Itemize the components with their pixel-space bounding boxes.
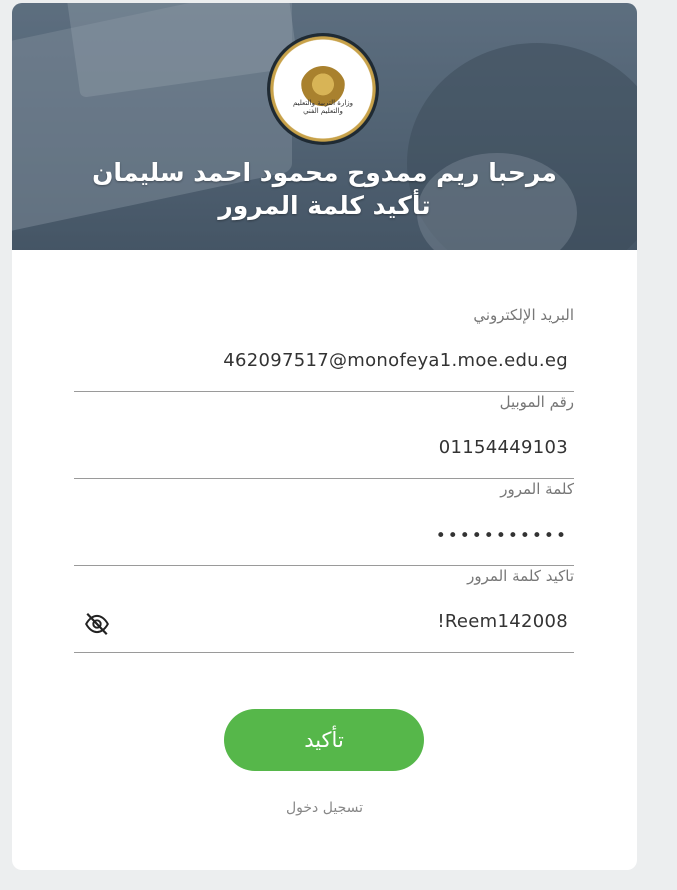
welcome-text: مرحبا ريم ممدوح محمود احمد سليمان (92, 158, 557, 187)
mobile-input[interactable]: 01154449103 (439, 437, 568, 458)
confirm-password-input[interactable]: !Reem142008 (437, 611, 568, 632)
password-field[interactable]: كلمة المرور ••••••••••• (74, 480, 574, 566)
mobile-field[interactable]: رقم الموبيل 01154449103 (74, 393, 574, 479)
mobile-label: رقم الموبيل (499, 393, 574, 411)
hero-banner: MINISTRY OF EDUCATION AND TECHNICAL EDUC… (12, 3, 637, 250)
email-input[interactable]: 462097517@monofeya1.moe.edu.eg (223, 350, 568, 371)
confirm-password-label: تاكيد كلمة المرور (467, 567, 574, 585)
confirm-button[interactable]: تأكيد (224, 709, 424, 771)
email-field[interactable]: البريد الإلكتروني 462097517@monofeya1.mo… (74, 306, 574, 392)
svg-text:MINISTRY OF EDUCATION AND TECH: MINISTRY OF EDUCATION AND TECHNICAL EDUC… (267, 33, 372, 138)
page-title: مرحبا ريم ممدوح محمود احمد سليمان تأكيد … (12, 156, 637, 222)
password-input[interactable]: ••••••••••• (436, 526, 568, 546)
login-link[interactable]: تسجيل دخول (12, 800, 637, 816)
email-label: البريد الإلكتروني (473, 306, 574, 324)
confirm-password-field[interactable]: تاكيد كلمة المرور !Reem142008 (74, 567, 574, 653)
page-subtitle: تأكيد كلمة المرور (218, 191, 431, 220)
ministry-logo-ring: MINISTRY OF EDUCATION AND TECHNICAL EDUC… (267, 33, 372, 138)
confirm-password-card: MINISTRY OF EDUCATION AND TECHNICAL EDUC… (12, 3, 637, 870)
ministry-logo: MINISTRY OF EDUCATION AND TECHNICAL EDUC… (267, 33, 379, 145)
eye-off-icon[interactable] (84, 611, 110, 637)
password-label: كلمة المرور (500, 480, 574, 498)
ministry-logo-arabic: وزارة التربية والتعليم والتعليم الفني (292, 99, 354, 115)
